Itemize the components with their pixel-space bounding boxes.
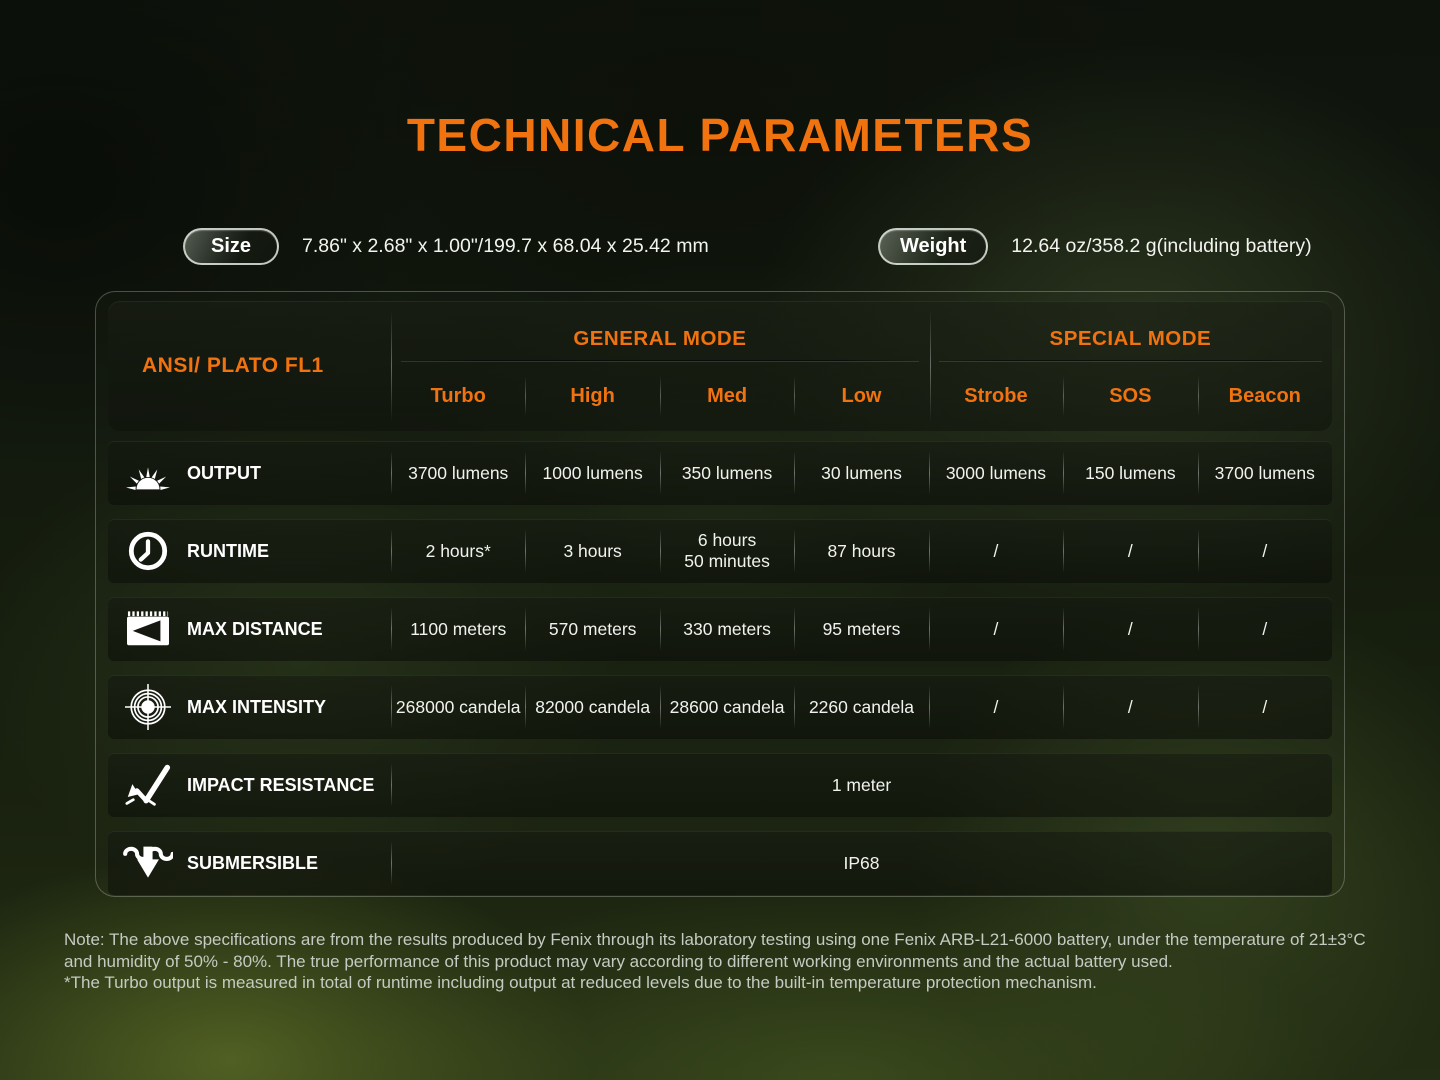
cell-intensity-strobe: / xyxy=(929,675,1063,739)
table-row-submersible: SUBMERSIBLE IP68 xyxy=(108,831,1332,895)
cell-impact-value: 1 meter xyxy=(391,753,1332,817)
cell-runtime-turbo: 2 hours* xyxy=(391,519,525,583)
size-spec: Size 7.86" x 2.68" x 1.00"/199.7 x 68.04… xyxy=(183,226,709,266)
cell-output-beacon: 3700 lumens xyxy=(1198,441,1332,505)
impact-arrow-icon xyxy=(123,763,173,807)
spec-table: ANSI/ PLATO FL1 GENERAL MODE SPECIAL MOD… xyxy=(95,291,1345,897)
size-badge: Size xyxy=(183,228,279,265)
footnote-line-2: and humidity of 50% - 80%. The true perf… xyxy=(64,951,1394,973)
col-beacon: Beacon xyxy=(1198,361,1332,431)
cell-intensity-sos: / xyxy=(1063,675,1197,739)
col-sos: SOS xyxy=(1063,361,1197,431)
cell-distance-turbo: 1100 meters xyxy=(391,597,525,661)
clock-icon xyxy=(123,530,173,572)
cell-runtime-sos: / xyxy=(1063,519,1197,583)
water-wave-icon xyxy=(123,842,173,884)
sunburst-icon xyxy=(123,452,173,494)
cell-intensity-high: 82000 candela xyxy=(525,675,659,739)
weight-spec: Weight 12.64 oz/358.2 g(including batter… xyxy=(878,226,1312,266)
cell-runtime-med: 6 hours 50 minutes xyxy=(660,519,794,583)
cell-intensity-low: 2260 candela xyxy=(794,675,928,739)
cell-output-med: 350 lumens xyxy=(660,441,794,505)
cell-runtime-strobe: / xyxy=(929,519,1063,583)
col-strobe: Strobe xyxy=(929,361,1063,431)
row-label: MAX DISTANCE xyxy=(187,619,323,640)
cell-distance-high: 570 meters xyxy=(525,597,659,661)
measuring-tape-icon xyxy=(123,608,173,650)
corner-label: ANSI/ PLATO FL1 xyxy=(108,301,391,431)
table-row-max-intensity: MAX INTENSITY 268000 candela 82000 cande… xyxy=(108,675,1332,739)
row-label: SUBMERSIBLE xyxy=(187,853,318,874)
cell-runtime-low: 87 hours xyxy=(794,519,928,583)
cell-distance-strobe: / xyxy=(929,597,1063,661)
row-label: RUNTIME xyxy=(187,541,269,562)
header-divider xyxy=(391,310,392,422)
target-icon xyxy=(123,684,173,730)
table-row-runtime: RUNTIME 2 hours* 3 hours 6 hours 50 minu… xyxy=(108,519,1332,583)
cell-intensity-turbo: 268000 candela xyxy=(391,675,525,739)
row-label: OUTPUT xyxy=(187,463,261,484)
footnote-line-1: Note: The above specifications are from … xyxy=(64,929,1394,951)
cell-intensity-med: 28600 candela xyxy=(660,675,794,739)
cell-submersible-value: IP68 xyxy=(391,831,1332,895)
weight-value: 12.64 oz/358.2 g(including battery) xyxy=(1011,235,1311,258)
table-row-impact-resistance: IMPACT RESISTANCE 1 meter xyxy=(108,753,1332,817)
cell-distance-med: 330 meters xyxy=(660,597,794,661)
table-row-output: OUTPUT 3700 lumens 1000 lumens 350 lumen… xyxy=(108,441,1332,505)
col-high: High xyxy=(525,361,659,431)
cell-runtime-beacon: / xyxy=(1198,519,1332,583)
footnote-line-3: *The Turbo output is measured in total o… xyxy=(64,972,1394,994)
col-low: Low xyxy=(794,361,928,431)
group-general-mode: GENERAL MODE xyxy=(391,301,929,361)
table-row-max-distance: MAX DISTANCE 1100 meters 570 meters 330 … xyxy=(108,597,1332,661)
table-header: ANSI/ PLATO FL1 GENERAL MODE SPECIAL MOD… xyxy=(108,301,1332,431)
cell-output-turbo: 3700 lumens xyxy=(391,441,525,505)
col-turbo: Turbo xyxy=(391,361,525,431)
col-med: Med xyxy=(660,361,794,431)
weight-badge: Weight xyxy=(878,228,988,265)
cell-output-strobe: 3000 lumens xyxy=(929,441,1063,505)
row-label: MAX INTENSITY xyxy=(187,697,326,718)
mode-group-divider xyxy=(930,310,931,422)
cell-output-high: 1000 lumens xyxy=(525,441,659,505)
group-special-mode: SPECIAL MODE xyxy=(929,301,1332,361)
cell-distance-beacon: / xyxy=(1198,597,1332,661)
cell-output-sos: 150 lumens xyxy=(1063,441,1197,505)
cell-distance-low: 95 meters xyxy=(794,597,928,661)
cell-intensity-beacon: / xyxy=(1198,675,1332,739)
cell-distance-sos: / xyxy=(1063,597,1197,661)
cell-runtime-high: 3 hours xyxy=(525,519,659,583)
cell-output-low: 30 lumens xyxy=(794,441,928,505)
size-value: 7.86" x 2.68" x 1.00"/199.7 x 68.04 x 25… xyxy=(302,235,709,258)
page-title: TECHNICAL PARAMETERS xyxy=(0,108,1440,162)
footnote: Note: The above specifications are from … xyxy=(64,929,1394,994)
row-label: IMPACT RESISTANCE xyxy=(187,775,374,796)
